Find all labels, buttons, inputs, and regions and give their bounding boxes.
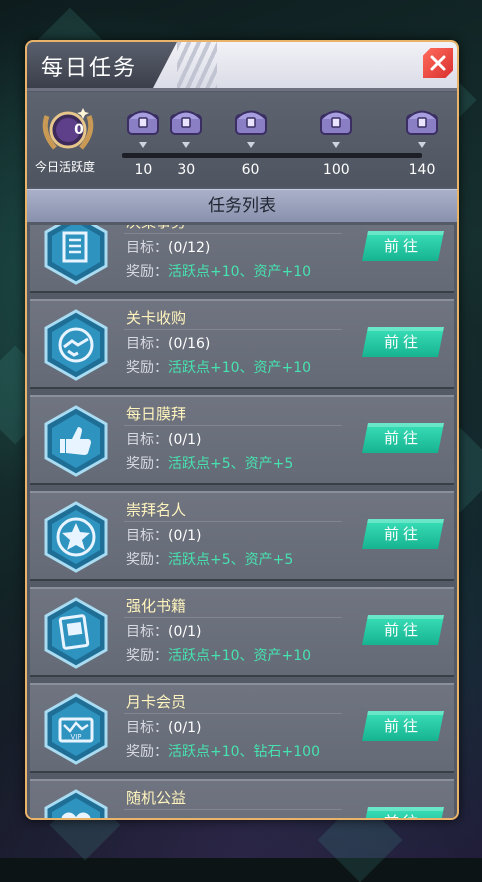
reward-value: 活跃点+5、资产+5 [168, 456, 294, 472]
task-name: 每日膜拜 [126, 405, 187, 423]
task-name: 关卡收购 [126, 309, 187, 327]
milestone-chest-140[interactable] [405, 106, 439, 140]
goal-value: (0/1) [168, 624, 202, 640]
go-button[interactable]: 前往 [362, 327, 444, 357]
goal-label: 目标： [126, 240, 168, 256]
task-row: VIP 月卡会员 目标：(0/1) 奖励：活跃点+10、钻石+100 前往 [30, 683, 454, 773]
treasure-chest-icon [170, 110, 203, 135]
activity-progress: 0 今日活跃度 10 30 60 100 140 [27, 92, 457, 187]
goal-value: (0/12) [168, 240, 211, 256]
treasure-chest-icon [127, 110, 160, 135]
milestone-marker [139, 142, 148, 148]
activity-value: 0 [74, 122, 84, 138]
task-name: 月卡会员 [126, 693, 187, 711]
activity-medal: 0 [37, 102, 99, 152]
task-row: 关卡收购 目标：(0/16) 奖励：活跃点+10、资产+10 前往 [30, 299, 454, 389]
goal-label: 目标： [126, 720, 168, 736]
document-icon [44, 225, 108, 285]
book-icon [44, 597, 108, 669]
activity-progress-bar [122, 153, 422, 158]
go-button[interactable]: 前往 [362, 423, 444, 453]
task-list-header: 任务列表 [27, 189, 457, 222]
milestone-label: 60 [241, 162, 260, 178]
task-reward: 奖励：活跃点+10、资产+10 [126, 357, 311, 377]
task-row: 崇拜名人 目标：(0/1) 奖励：活跃点+5、资产+5 前往 [30, 491, 454, 581]
task-row: 随机公益前往 [30, 779, 454, 818]
goal-label: 目标： [126, 336, 168, 352]
milestone-marker [182, 142, 191, 148]
task-row: 强化书籍 目标：(0/1) 奖励：活跃点+10、资产+10 前往 [30, 587, 454, 677]
thumbs-up-icon [44, 405, 108, 477]
milestone-chest-10[interactable] [126, 106, 160, 140]
milestone-marker [246, 142, 255, 148]
goal-label: 目标： [126, 528, 168, 544]
star-icon [44, 501, 108, 573]
task-reward: 奖励：活跃点+10、资产+10 [126, 645, 311, 665]
task-row: 每日膜拜 目标：(0/1) 奖励：活跃点+5、资产+5 前往 [30, 395, 454, 485]
close-button[interactable] [423, 48, 453, 78]
title-bar: 每日任务 [27, 42, 457, 91]
task-reward: 奖励：活跃点+10、钻石+100 [126, 741, 320, 761]
treasure-chest-icon [320, 110, 353, 135]
reward-value: 活跃点+10、资产+10 [168, 360, 312, 376]
goal-label: 目标： [126, 432, 168, 448]
task-goal: 目标：(0/1) [126, 429, 201, 449]
milestone-label: 30 [177, 162, 196, 178]
reward-label: 奖励： [126, 264, 168, 280]
milestone-chest-60[interactable] [234, 106, 268, 140]
reward-value: 活跃点+10、资产+10 [168, 648, 312, 664]
reward-label: 奖励： [126, 648, 168, 664]
goal-value: (0/1) [168, 720, 202, 736]
task-reward: 奖励：活跃点+5、资产+5 [126, 549, 293, 569]
go-button[interactable]: 前往 [362, 519, 444, 549]
task-goal: 目标：(0/1) [126, 525, 201, 545]
vip-card-icon: VIP [44, 693, 108, 765]
reward-value: 活跃点+10、钻石+100 [168, 744, 320, 760]
task-goal: 目标：(0/12) [126, 237, 210, 257]
go-button[interactable]: 前往 [362, 231, 444, 261]
heart-icon [44, 789, 108, 818]
task-goal: 目标：(0/1) [126, 621, 201, 641]
reward-value: 活跃点+10、资产+10 [168, 264, 312, 280]
go-button[interactable]: 前往 [362, 807, 444, 818]
go-button[interactable]: 前往 [362, 615, 444, 645]
reward-value: 活跃点+5、资产+5 [168, 552, 294, 568]
task-goal: 目标：(0/16) [126, 333, 210, 353]
treasure-chest-icon [234, 110, 267, 135]
task-name: 决策事务 [126, 225, 186, 232]
reward-label: 奖励： [126, 744, 168, 760]
milestone-label: 140 [408, 162, 436, 178]
treasure-chest-icon [406, 110, 438, 135]
go-button[interactable]: 前往 [362, 711, 444, 741]
reward-label: 奖励： [126, 360, 168, 376]
task-list[interactable]: 决策事务目标：(0/12)奖励：活跃点+10、资产+10前往关卡收购目标：(0/… [30, 225, 454, 818]
task-reward: 奖励：活跃点+10、资产+10 [126, 261, 311, 281]
task-name: 强化书籍 [126, 597, 187, 615]
milestone-chest-30[interactable] [169, 106, 203, 140]
milestone-marker [418, 142, 426, 148]
goal-label: 目标： [126, 624, 168, 640]
activity-label: 今日活跃度 [35, 160, 96, 174]
task-name: 崇拜名人 [126, 501, 187, 519]
daily-tasks-panel: 每日任务 0 今日活跃度 103060100140 任务列表 决策事务目标：(0… [25, 40, 459, 820]
goal-value: (0/1) [168, 528, 202, 544]
milestone-label: 10 [134, 162, 153, 178]
reward-label: 奖励： [126, 456, 168, 472]
milestone-label: 100 [322, 162, 350, 178]
task-reward: 奖励：活跃点+5、资产+5 [126, 453, 293, 473]
reward-label: 奖励： [126, 552, 168, 568]
panel-title: 每日任务 [41, 56, 138, 81]
goal-value: (0/16) [168, 336, 211, 352]
task-name: 随机公益 [126, 789, 187, 807]
milestone-chest-100[interactable] [319, 106, 353, 140]
handshake-icon [44, 309, 108, 381]
task-row: 决策事务目标：(0/12)奖励：活跃点+10、资产+10前往 [30, 225, 454, 293]
milestone-marker [332, 142, 341, 148]
task-goal: 目标：(0/1) [126, 717, 201, 737]
svg-text:VIP: VIP [70, 733, 81, 741]
goal-value: (0/1) [168, 432, 202, 448]
close-icon [430, 55, 446, 71]
